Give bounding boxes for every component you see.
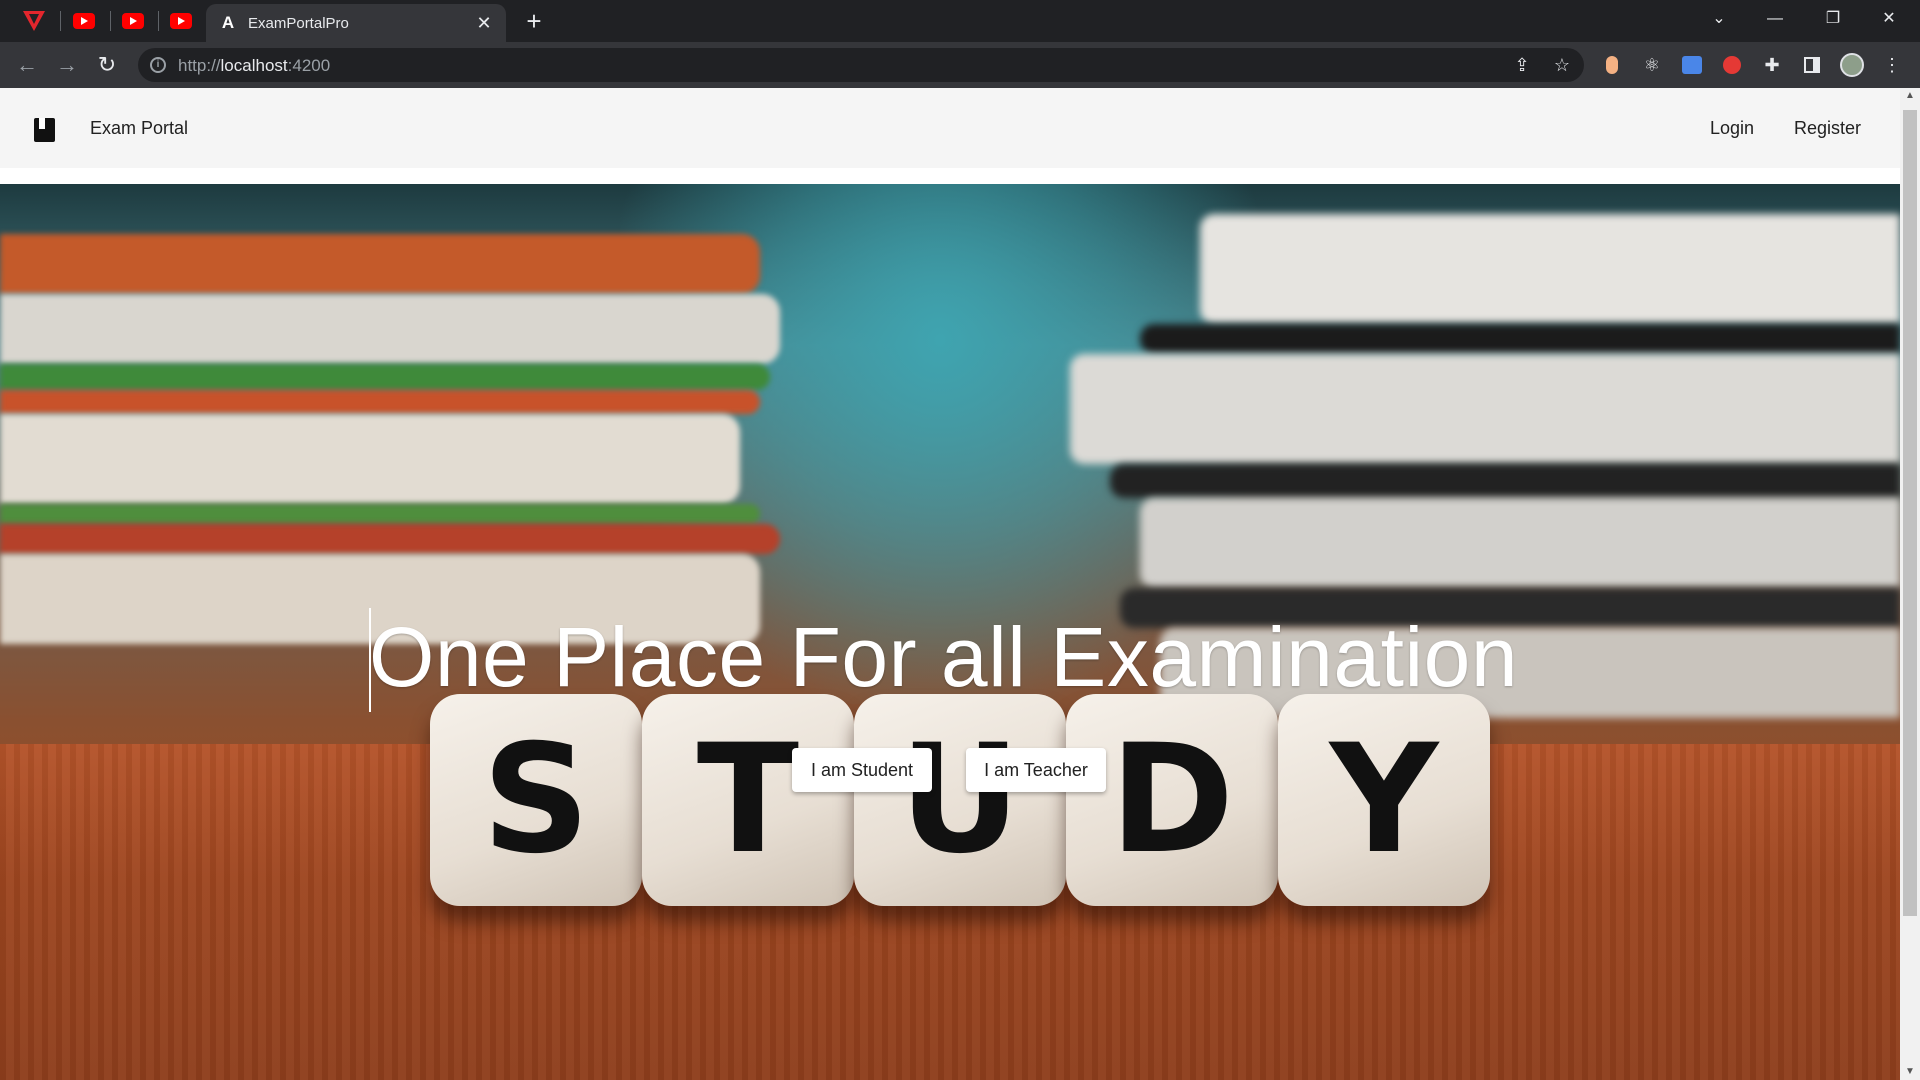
site-info-icon[interactable]: i [150,57,166,73]
vivaldi-v-icon [23,11,45,31]
tab-title: ExamPortalPro [248,14,349,32]
react-devtools-icon[interactable]: ⚛ [1638,51,1666,79]
back-arrow-icon[interactable]: ← [12,50,42,80]
study-dice: S T U D Y [430,694,1490,934]
reload-icon[interactable]: ↻ [92,50,122,80]
brand-name[interactable]: Exam Portal [90,118,188,139]
translate-icon[interactable] [1678,51,1706,79]
restore-icon[interactable]: ❐ [1810,4,1856,34]
url-port: :4200 [287,56,331,75]
window-close-icon[interactable]: ✕ [1866,4,1912,34]
die-letter: S [430,694,642,906]
tab-separator [60,11,61,31]
side-panel-icon[interactable] [1798,51,1826,79]
pinned-tab-youtube-1[interactable] [62,6,106,36]
scroll-up-arrow-icon[interactable]: ▲ [1900,88,1920,104]
pinned-tab-youtube-2[interactable] [111,6,155,36]
youtube-icon [170,13,192,29]
die-letter: U [854,694,1066,906]
url-text[interactable]: http://localhost:4200 [178,56,330,76]
url-scheme: http:// [178,56,221,75]
angular-a-icon: A [221,13,235,32]
youtube-icon [73,13,95,29]
profile-avatar[interactable] [1838,51,1866,79]
pinned-tab-vivaldi[interactable] [12,6,56,36]
stop-hand-icon[interactable] [1718,51,1746,79]
register-link[interactable]: Register [1794,118,1861,139]
die-letter: D [1066,694,1278,906]
login-link[interactable]: Login [1710,118,1754,139]
minimize-icon[interactable]: — [1752,4,1798,34]
browser-tab-strip: A ExamPortalPro ✕ + ⌄ — ❐ ✕ [0,0,1920,42]
tab-examportalpro[interactable]: A ExamPortalPro ✕ [206,4,506,42]
die-letter: T [642,694,854,906]
student-button[interactable]: I am Student [792,748,932,792]
puzzle-icon[interactable]: ✚ [1758,51,1786,79]
scrollbar-thumb[interactable] [1903,110,1917,916]
share-icon[interactable]: ⇪ [1510,53,1534,77]
app-navbar: Exam Portal Login Register [0,88,1900,168]
book-icon [34,118,55,142]
hero-banner: S T U D Y One Place For all Examination … [0,184,1900,1080]
kebab-menu-icon[interactable]: ⋮ [1878,51,1906,79]
new-tab-button[interactable]: + [519,6,549,36]
bookmark-star-icon[interactable]: ☆ [1550,53,1574,77]
url-host: localhost [220,56,288,75]
tab-search-icon[interactable]: ⌄ [1696,4,1742,34]
blurred-books-left [0,224,780,644]
pinned-tab-youtube-3[interactable] [159,6,203,36]
hero-headline: One Place For all Examination [369,610,1519,704]
teacher-button[interactable]: I am Teacher [966,748,1106,792]
youtube-icon [122,13,144,29]
die-letter: Y [1278,694,1490,906]
tab-close-icon[interactable]: ✕ [474,13,494,34]
page-viewport: Exam Portal Login Register S T U D Y One… [0,88,1920,1080]
forward-arrow-icon[interactable]: → [52,50,82,80]
address-bar[interactable]: i http://localhost:4200 ⇪ ☆ [138,48,1584,82]
browser-toolbar: ← → ↻ i http://localhost:4200 ⇪ ☆ ⚛ ✚ ⋮ [0,42,1920,88]
hand-extension-icon[interactable] [1598,51,1626,79]
page-scrollbar[interactable]: ▲ ▼ [1900,88,1920,1080]
scroll-down-arrow-icon[interactable]: ▼ [1900,1064,1920,1080]
